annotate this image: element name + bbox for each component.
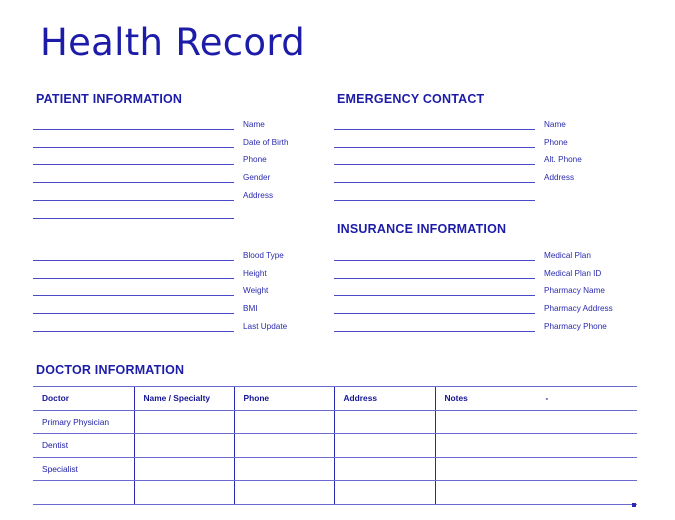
- input-line[interactable]: [33, 146, 234, 148]
- field-label: Pharmacy Name: [544, 286, 605, 296]
- phone-cell[interactable]: [233, 480, 334, 505]
- field-label: Phone: [544, 137, 568, 147]
- doctor-table: Doctor Name / Specialty Phone Address No…: [33, 386, 637, 505]
- input-line[interactable]: [334, 259, 535, 261]
- input-line[interactable]: [33, 217, 234, 219]
- notes-header-dash: -: [545, 393, 549, 404]
- doctor-information-heading: DOCTOR INFORMATION: [36, 363, 185, 377]
- insurance-information-heading: INSURANCE INFORMATION: [337, 222, 507, 236]
- emergency-contact-heading: EMERGENCY CONTACT: [337, 92, 485, 106]
- doctor-type-cell: Dentist: [33, 433, 134, 458]
- input-line[interactable]: [334, 128, 535, 130]
- field-label: Medical Plan: [544, 250, 591, 260]
- name-specialty-cell[interactable]: [133, 433, 234, 458]
- table-row: [33, 480, 637, 505]
- notes-cell[interactable]: [434, 480, 637, 505]
- field-label: Pharmacy Address: [544, 304, 613, 314]
- notes-header-label: Notes: [444, 393, 468, 404]
- input-line[interactable]: [334, 164, 535, 166]
- address-cell[interactable]: [333, 433, 435, 458]
- field-label: Height: [243, 268, 267, 278]
- notes-cell[interactable]: [434, 433, 637, 458]
- input-line[interactable]: [33, 295, 234, 297]
- field-label: Name: [243, 119, 265, 129]
- table-resize-handle-icon[interactable]: [632, 503, 636, 507]
- column-header-notes: Notes -: [434, 386, 637, 411]
- table-header-row: Doctor Name / Specialty Phone Address No…: [33, 386, 637, 411]
- phone-cell[interactable]: [233, 456, 334, 481]
- input-line[interactable]: [334, 146, 535, 148]
- doctor-type-cell[interactable]: [33, 480, 134, 505]
- field-label: Address: [243, 190, 274, 200]
- input-line[interactable]: [33, 164, 234, 166]
- input-line[interactable]: [33, 182, 234, 184]
- input-line[interactable]: [334, 313, 535, 315]
- input-line[interactable]: [334, 277, 535, 279]
- field-label: Medical Plan ID: [544, 268, 602, 278]
- input-line[interactable]: [33, 330, 234, 332]
- name-specialty-cell[interactable]: [133, 409, 234, 434]
- column-header-doctor: Doctor: [33, 386, 134, 411]
- phone-cell[interactable]: [233, 433, 334, 458]
- input-line[interactable]: [334, 330, 535, 332]
- input-line[interactable]: [33, 313, 234, 315]
- field-label: Last Update: [243, 321, 288, 331]
- table-row: Specialist: [33, 456, 637, 481]
- column-header-address: Address: [333, 386, 435, 411]
- phone-cell[interactable]: [233, 409, 334, 434]
- page-title: Health Record: [40, 21, 305, 64]
- field-label: Date of Birth: [243, 137, 289, 147]
- notes-cell[interactable]: [434, 409, 637, 434]
- column-header-name-specialty: Name / Specialty: [133, 386, 234, 411]
- column-header-phone: Phone: [233, 386, 334, 411]
- name-specialty-cell[interactable]: [133, 456, 234, 481]
- address-cell[interactable]: [333, 480, 435, 505]
- table-row: Dentist: [33, 433, 637, 458]
- field-label: BMI: [243, 304, 258, 314]
- input-line[interactable]: [334, 199, 535, 201]
- input-line[interactable]: [334, 182, 535, 184]
- input-line[interactable]: [33, 277, 234, 279]
- notes-cell[interactable]: [434, 456, 637, 481]
- doctor-type-cell: Primary Physician: [33, 409, 134, 434]
- field-label: Alt. Phone: [544, 155, 582, 165]
- address-cell[interactable]: [333, 409, 435, 434]
- table-row: Primary Physician: [33, 409, 637, 434]
- name-specialty-cell[interactable]: [133, 480, 234, 505]
- doctor-type-cell: Specialist: [33, 456, 134, 481]
- input-line[interactable]: [334, 295, 535, 297]
- input-line[interactable]: [33, 199, 234, 201]
- input-line[interactable]: [33, 128, 234, 130]
- input-line[interactable]: [33, 259, 234, 261]
- address-cell[interactable]: [333, 456, 435, 481]
- field-label: Address: [544, 173, 575, 183]
- field-label: Weight: [243, 286, 269, 296]
- field-label: Phone: [243, 155, 267, 165]
- field-label: Gender: [243, 173, 271, 183]
- patient-information-heading: PATIENT INFORMATION: [36, 92, 183, 106]
- field-label: Blood Type: [243, 250, 284, 260]
- field-label: Pharmacy Phone: [544, 321, 607, 331]
- field-label: Name: [544, 119, 566, 129]
